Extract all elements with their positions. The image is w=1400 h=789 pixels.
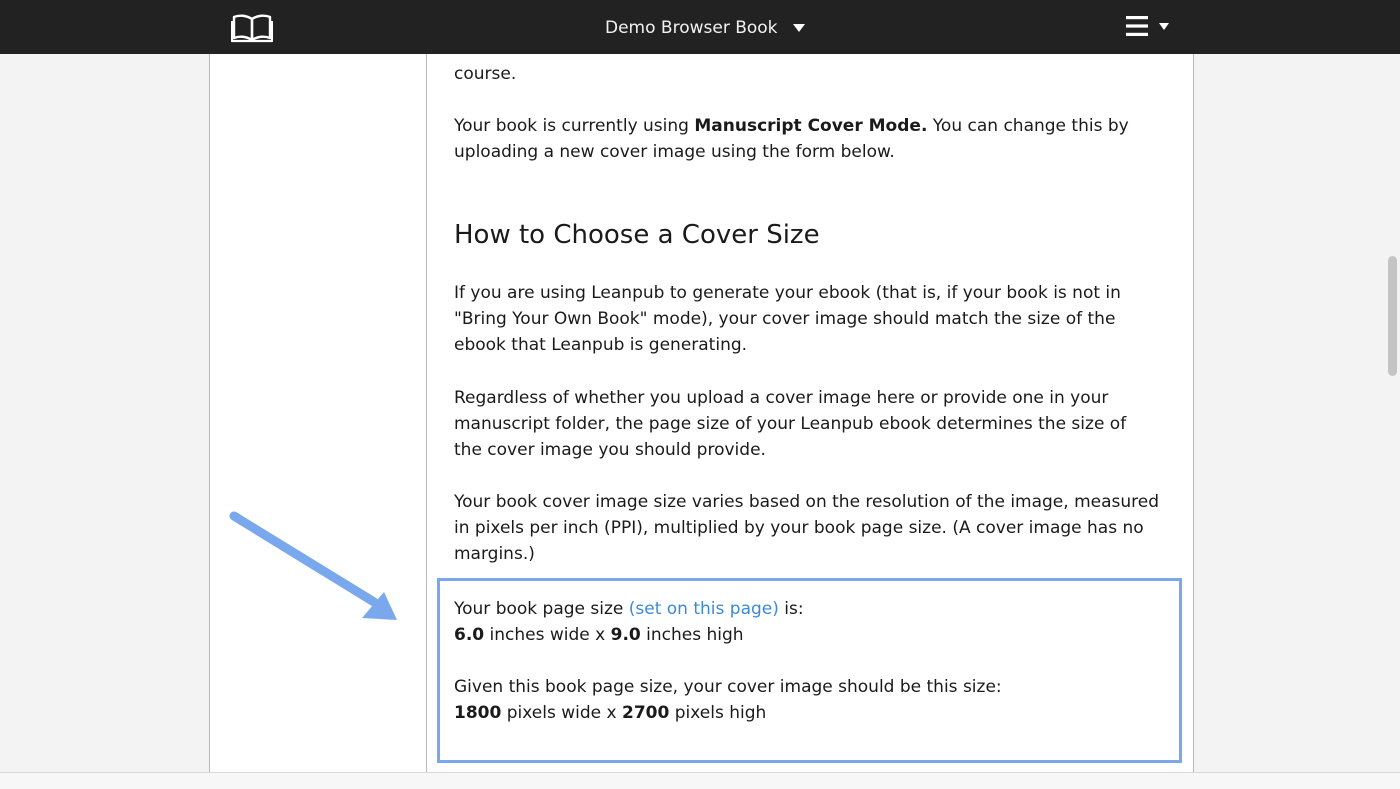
paragraph-page-size: Regardless of whether you upload a cover…: [454, 388, 1127, 460]
scrollbar-thumb[interactable]: [1388, 256, 1397, 376]
cover-mode-paragraph: Your book is currently using Manuscript …: [454, 116, 1129, 162]
open-book-icon[interactable]: [231, 13, 273, 43]
cover-mode-name: Manuscript Cover Mode.: [694, 116, 928, 136]
page-width-value: 6.0: [454, 625, 485, 645]
bottom-edge: [0, 772, 1400, 789]
hamburger-icon: [1126, 16, 1148, 36]
paragraph-resolution: Your book cover image size varies based …: [454, 492, 1160, 564]
page-dimensions-line: 6.0 inches wide x 9.0 inches high: [454, 625, 744, 645]
main-menu-button[interactable]: [1126, 16, 1169, 36]
book-title: Demo Browser Book: [605, 18, 778, 38]
paragraph-leanpub-generate: If you are using Leanpub to generate you…: [454, 283, 1121, 355]
page-size-line: Your book page size (set on this page) i…: [454, 599, 804, 619]
vertical-scrollbar[interactable]: [1386, 54, 1400, 772]
top-bar: Demo Browser Book: [0, 0, 1400, 54]
caret-down-icon: [1159, 22, 1169, 30]
sidebar-divider: [426, 54, 427, 772]
cover-height-value: 2700: [621, 703, 670, 723]
set-page-size-link[interactable]: (set on this page): [629, 599, 779, 619]
cover-dimensions-line: 1800 pixels wide x 2700 pixels high: [454, 703, 767, 723]
arrow-annotation-icon: [229, 511, 397, 620]
book-title-menu[interactable]: Demo Browser Book: [605, 15, 805, 41]
cover-width-value: 1800: [454, 703, 502, 723]
partial-text-line: course.: [454, 64, 517, 84]
caret-down-icon: [792, 24, 805, 32]
cover-size-intro: Given this book page size, your cover im…: [454, 677, 1002, 697]
page-height-value: 9.0: [610, 625, 641, 645]
cover-size-box: Your book page size (set on this page) i…: [437, 578, 1182, 763]
section-heading: How to Choose a Cover Size: [454, 220, 820, 250]
